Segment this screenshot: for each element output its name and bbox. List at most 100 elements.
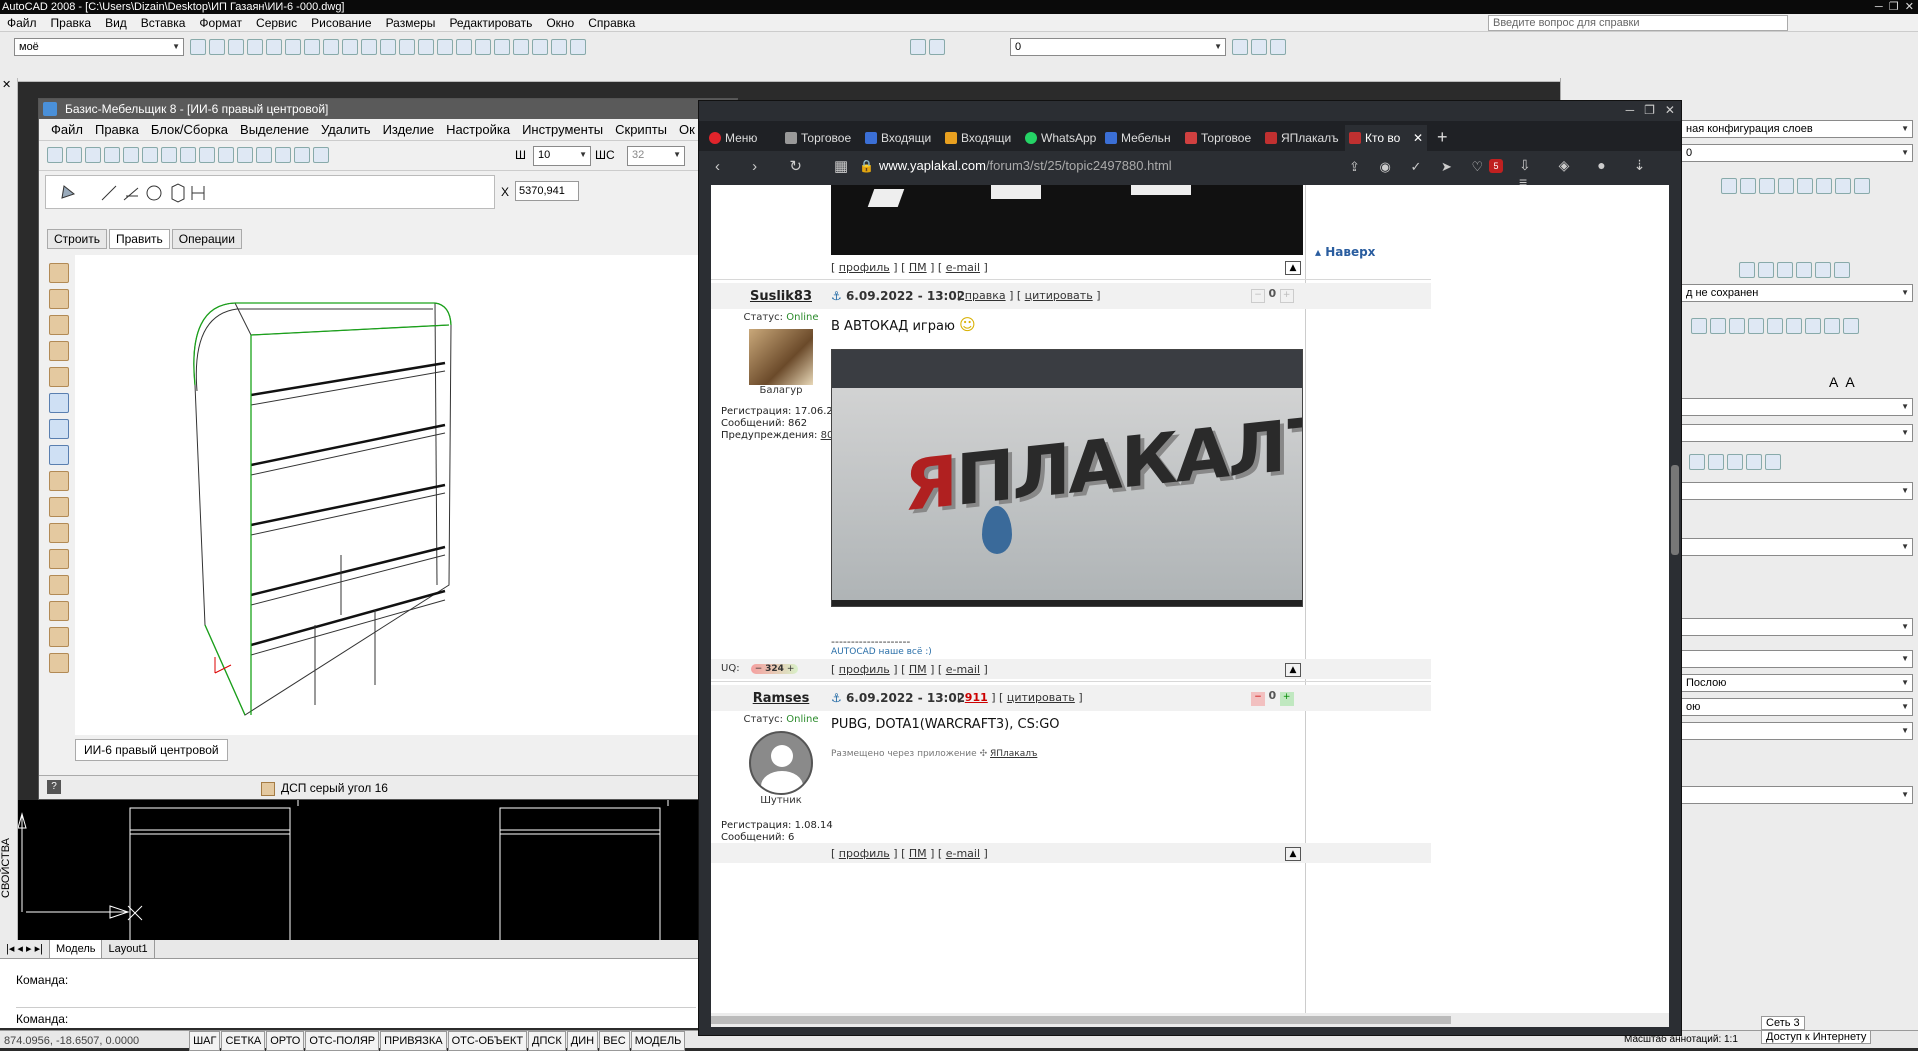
acad-menu-format[interactable]: Формат — [192, 14, 249, 32]
match-icon[interactable] — [361, 39, 377, 55]
post2-nick[interactable]: Ramses — [711, 691, 851, 706]
camera-icon[interactable] — [1796, 262, 1812, 278]
acad-menu-draw[interactable]: Рисование — [304, 14, 378, 32]
material-icon[interactable] — [1758, 262, 1774, 278]
assembly-icon[interactable] — [49, 653, 69, 673]
arc-icon[interactable] — [1729, 318, 1745, 334]
anchor-icon[interactable]: ⚓ — [831, 691, 842, 705]
email-link[interactable]: e-mail — [946, 847, 980, 860]
status-otrack[interactable]: ОТС-ОБЪЕКТ — [447, 1031, 528, 1051]
save-icon[interactable] — [85, 147, 101, 163]
fitting-icon[interactable] — [49, 549, 69, 569]
redo-icon[interactable] — [399, 39, 415, 55]
snap-icon[interactable] — [161, 147, 177, 163]
shelf-icon[interactable] — [49, 445, 69, 465]
basis-menu-window[interactable]: Ок — [673, 119, 701, 141]
frame-icon[interactable] — [49, 393, 69, 413]
post1-nick[interactable]: Suslik83 — [711, 289, 851, 304]
acad-window-controls[interactable]: ─ ❐ ✕ — [1875, 0, 1914, 14]
status-model[interactable]: МОДЕЛЬ — [630, 1031, 686, 1051]
status-ducs[interactable]: ДПСК — [528, 1031, 566, 1051]
circle-icon[interactable] — [1748, 318, 1764, 334]
width-combo[interactable]: 10 — [533, 146, 591, 166]
basis-view-tab[interactable]: ИИ-6 правый центровой — [75, 739, 228, 761]
misc-combo[interactable] — [1681, 786, 1913, 804]
save-icon[interactable] — [228, 39, 244, 55]
properties-palette-label[interactable]: СВОЙСТВА — [0, 838, 12, 898]
new-doc-icon[interactable] — [47, 147, 63, 163]
tab-build[interactable]: Строить — [47, 229, 107, 249]
preview-icon[interactable] — [266, 39, 282, 55]
copy-icon[interactable] — [323, 39, 339, 55]
help-icon[interactable]: ? — [47, 780, 61, 794]
properties-icon[interactable] — [494, 39, 510, 55]
rate-down-icon[interactable]: − — [1251, 692, 1265, 706]
material-label[interactable]: ДСП серый угол 16 — [281, 776, 388, 800]
rectangle-icon[interactable] — [1710, 318, 1726, 334]
tab-torgovoe[interactable]: Торговое — [781, 125, 857, 151]
dim-radius-icon[interactable] — [1727, 454, 1743, 470]
print-icon[interactable] — [104, 147, 120, 163]
divider-icon[interactable] — [49, 419, 69, 439]
toolpalette-icon[interactable] — [532, 39, 548, 55]
post1-avatar[interactable] — [749, 329, 813, 385]
tab-mebel[interactable]: Мебельн — [1101, 125, 1177, 151]
ublock-icon[interactable]: 5 — [1489, 159, 1503, 173]
render-icon[interactable] — [1777, 262, 1793, 278]
status-snap[interactable]: ШАГ — [189, 1031, 221, 1051]
basis-menu-select[interactable]: Выделение — [234, 119, 315, 141]
light-icon[interactable] — [1739, 262, 1755, 278]
select-icon[interactable] — [294, 147, 310, 163]
lineweight-combo[interactable]: ою — [1681, 698, 1913, 716]
point-icon[interactable] — [1843, 318, 1859, 334]
front-panel-icon[interactable] — [49, 341, 69, 361]
profile-link[interactable]: профиль — [839, 261, 890, 274]
basis-menu-file[interactable]: Файл — [45, 119, 89, 141]
nav-buttons[interactable]: ‹ › ↻ ▦ — [715, 157, 862, 175]
tab-whatsapp[interactable]: WhatsApp — [1021, 125, 1097, 151]
block-icon[interactable] — [1824, 318, 1840, 334]
tab-inbox[interactable]: Входящи — [861, 125, 937, 151]
acad-menu-file[interactable]: Файл — [0, 14, 44, 32]
handle-icon[interactable] — [49, 523, 69, 543]
acad-menu-modify[interactable]: Редактировать — [442, 14, 539, 32]
open-icon[interactable] — [209, 39, 225, 55]
acad-menu-insert[interactable]: Вставка — [134, 14, 193, 32]
dim-style-right-combo[interactable] — [1681, 424, 1913, 442]
post-number-link[interactable]: 911 — [965, 691, 988, 704]
post1-uq-badge[interactable]: − 324 + — [750, 664, 799, 674]
layer-match-icon[interactable] — [1251, 39, 1267, 55]
text-style-combo[interactable]: моё — [14, 38, 184, 56]
hscroll-thumb[interactable] — [711, 1016, 1451, 1024]
post1-image[interactable]: ЯПЛАКАЛЪ — [831, 349, 1303, 607]
view-icon[interactable] — [1815, 262, 1831, 278]
cut-icon[interactable] — [304, 39, 320, 55]
insert-icon[interactable] — [1805, 318, 1821, 334]
anchor-icon[interactable]: ⚓ — [831, 289, 842, 303]
basis-menu-scripts[interactable]: Скрипты — [609, 119, 673, 141]
panel-icon[interactable] — [49, 263, 69, 283]
text-style-right-combo[interactable] — [1681, 398, 1913, 416]
torus-icon[interactable] — [1816, 178, 1832, 194]
new-icon[interactable] — [190, 39, 206, 55]
print-icon[interactable] — [247, 39, 263, 55]
zoom-window-icon[interactable] — [456, 39, 472, 55]
basis-menu-product[interactable]: Изделие — [377, 119, 440, 141]
close-tab-icon[interactable]: ✕ — [1413, 125, 1423, 151]
plotstyle-combo[interactable] — [1681, 722, 1913, 740]
tab-layout1[interactable]: Layout1 — [102, 940, 155, 958]
cylinder-icon[interactable] — [1759, 178, 1775, 194]
redo-icon[interactable] — [142, 147, 158, 163]
scroll-top-button[interactable]: ▲ — [1285, 261, 1301, 275]
tab-inbox-2[interactable]: Входящи — [941, 125, 1017, 151]
basis-menu-tools[interactable]: Инструменты — [516, 119, 609, 141]
layer-state-combo[interactable]: 0 — [1681, 144, 1913, 162]
drawer-icon[interactable] — [49, 497, 69, 517]
cone-icon[interactable] — [1778, 178, 1794, 194]
layer-combo[interactable]: 0 — [1010, 38, 1226, 56]
layers-icon[interactable] — [275, 147, 291, 163]
extrude-icon[interactable] — [1835, 178, 1851, 194]
rate-up-icon[interactable]: + — [1279, 289, 1294, 303]
cad-drawing-area[interactable] — [17, 800, 698, 960]
dim-combo[interactable] — [1681, 482, 1913, 500]
